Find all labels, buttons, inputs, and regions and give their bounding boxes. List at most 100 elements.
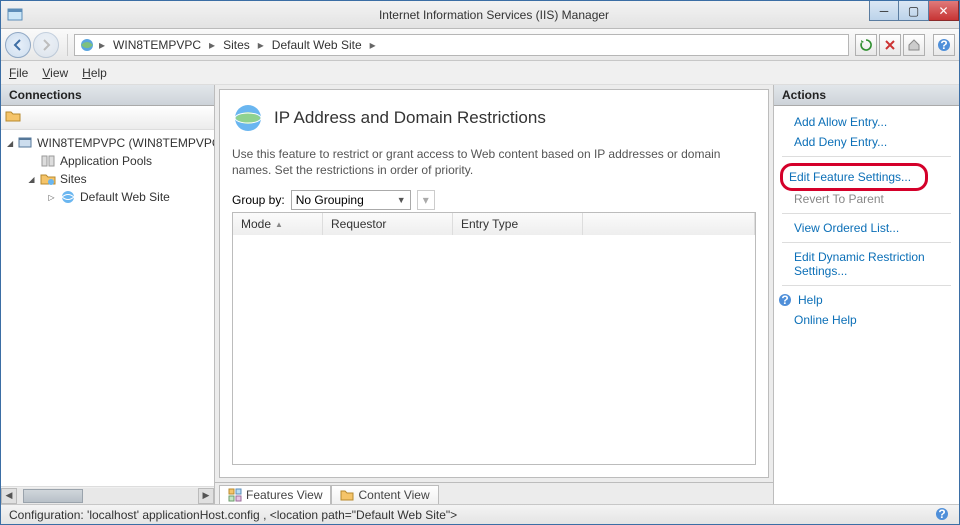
close-button[interactable]: ✕ [929,1,959,21]
chevron-right-icon: ▸ [256,38,266,52]
center-tabs: Features View Content View [215,482,773,504]
tab-features-view[interactable]: Features View [219,485,331,504]
window-title: Internet Information Services (IIS) Mana… [29,8,959,22]
folder-icon[interactable] [5,108,210,124]
groupby-select[interactable]: No Grouping ▼ [291,190,411,210]
actions-list: Add Allow Entry... Add Deny Entry... Edi… [774,106,959,336]
chevron-right-icon: ▸ [97,38,107,52]
collapse-icon[interactable]: ◢ [27,175,36,184]
iis-app-icon [7,7,23,23]
tab-content-view[interactable]: Content View [331,485,438,504]
ip-restrictions-icon [232,102,264,134]
actions-separator [782,213,951,214]
tree-label: Sites [60,172,87,186]
grid-header: Mode▲ Requestor Entry Type [233,213,755,235]
svg-text:?: ? [940,38,947,52]
breadcrumb-host[interactable]: WIN8TEMPVPC [109,38,205,52]
stop-button[interactable] [879,34,901,56]
forward-button[interactable] [33,32,59,58]
action-edit-dynamic-settings[interactable]: Edit Dynamic Restriction Settings... [778,247,955,281]
connections-toolbar [1,106,214,130]
feature-title: IP Address and Domain Restrictions [274,108,546,128]
refresh-button[interactable] [855,34,877,56]
tree-label: Default Web Site [80,190,170,204]
maximize-button[interactable]: ▢ [899,1,929,21]
titlebar: Internet Information Services (IIS) Mana… [1,1,959,29]
groupby-value: No Grouping [296,193,364,207]
navbar-separator [67,34,68,56]
window-buttons: ─ ▢ ✕ [869,1,959,21]
tree-node-server[interactable]: ◢ WIN8TEMPVPC (WIN8TEMPVPC [3,134,212,152]
breadcrumb-sites[interactable]: Sites [219,38,254,52]
minimize-button[interactable]: ─ [869,1,899,21]
sort-asc-icon: ▲ [275,220,283,229]
action-help[interactable]: ? Help [778,290,955,310]
column-mode[interactable]: Mode▲ [233,213,323,235]
scroll-right-icon[interactable]: ▶ [198,488,214,504]
chevron-right-icon: ▸ [207,38,217,52]
feature-header: IP Address and Domain Restrictions [232,102,756,134]
app-pools-icon [40,153,56,169]
expand-icon[interactable]: ▷ [47,193,56,202]
chevron-right-icon: ▸ [368,38,378,52]
scrollbar-thumb[interactable] [23,489,83,503]
column-requestor[interactable]: Requestor [323,213,453,235]
tab-label: Features View [246,488,322,502]
navbar-right-tools: ? [855,34,955,56]
tree-node-sites[interactable]: ◢ Sites [3,170,212,188]
actions-panel: Actions Add Allow Entry... Add Deny Entr… [773,85,959,504]
svg-text:?: ? [938,507,945,521]
connections-panel: Connections ◢ WIN8TEMPVPC (WIN8TEMPVPC A… [1,85,215,504]
column-entry-type[interactable]: Entry Type [453,213,583,235]
action-revert-to-parent: Revert To Parent [778,189,955,209]
connections-tree[interactable]: ◢ WIN8TEMPVPC (WIN8TEMPVPC Application P… [1,130,214,486]
actions-header: Actions [774,85,959,106]
actions-separator [782,242,951,243]
menu-help[interactable]: Help [82,66,107,80]
feature-view: IP Address and Domain Restrictions Use t… [219,89,769,478]
statusbar: Configuration: 'localhost' applicationHo… [1,504,959,524]
tree-node-app-pools[interactable]: Application Pools [3,152,212,170]
center-panel: IP Address and Domain Restrictions Use t… [215,85,773,504]
home-button[interactable] [903,34,925,56]
menu-view[interactable]: View [42,66,68,80]
breadcrumb[interactable]: ▸ WIN8TEMPVPC ▸ Sites ▸ Default Web Site… [74,34,849,56]
tree-node-default-web-site[interactable]: ▷ Default Web Site [3,188,212,206]
actions-separator [782,156,951,157]
restrictions-grid[interactable]: Mode▲ Requestor Entry Type [232,212,756,465]
action-label: Help [798,293,823,307]
action-view-ordered-list[interactable]: View Ordered List... [778,218,955,238]
action-edit-feature-settings[interactable]: Edit Feature Settings... [789,167,919,187]
help-button[interactable]: ? [933,34,955,56]
content-view-icon [340,488,354,502]
statusbar-help-icon[interactable]: ? [935,507,951,523]
breadcrumb-home-icon [79,37,95,53]
sites-folder-icon [40,171,56,187]
svg-text:?: ? [781,293,788,307]
breadcrumb-site[interactable]: Default Web Site [268,38,366,52]
help-icon: ? [778,293,792,307]
navbar: ▸ WIN8TEMPVPC ▸ Sites ▸ Default Web Site… [1,29,959,61]
action-add-deny-entry[interactable]: Add Deny Entry... [778,132,955,152]
collapse-icon[interactable]: ◢ [7,139,13,148]
actions-separator [782,285,951,286]
tree-label: WIN8TEMPVPC (WIN8TEMPVPC [37,136,214,150]
action-add-allow-entry[interactable]: Add Allow Entry... [778,112,955,132]
connections-header: Connections [1,85,214,106]
action-online-help[interactable]: Online Help [778,310,955,330]
chevron-down-icon: ▼ [397,195,406,205]
column-spacer [583,213,755,235]
grid-body[interactable] [233,235,755,464]
tree-label: Application Pools [60,154,152,168]
server-icon [17,135,33,151]
highlight-annotation: Edit Feature Settings... [780,163,928,191]
menu-file[interactable]: File [9,66,28,80]
groupby-clear-button[interactable]: ▾ [417,190,435,210]
back-button[interactable] [5,32,31,58]
features-view-icon [228,488,242,502]
scroll-left-icon[interactable]: ◀ [1,488,17,504]
menubar: File View Help [1,61,959,85]
connections-hscrollbar[interactable]: ◀ ▶ [1,486,214,504]
feature-description: Use this feature to restrict or grant ac… [232,146,756,178]
scrollbar-track[interactable] [17,488,198,504]
